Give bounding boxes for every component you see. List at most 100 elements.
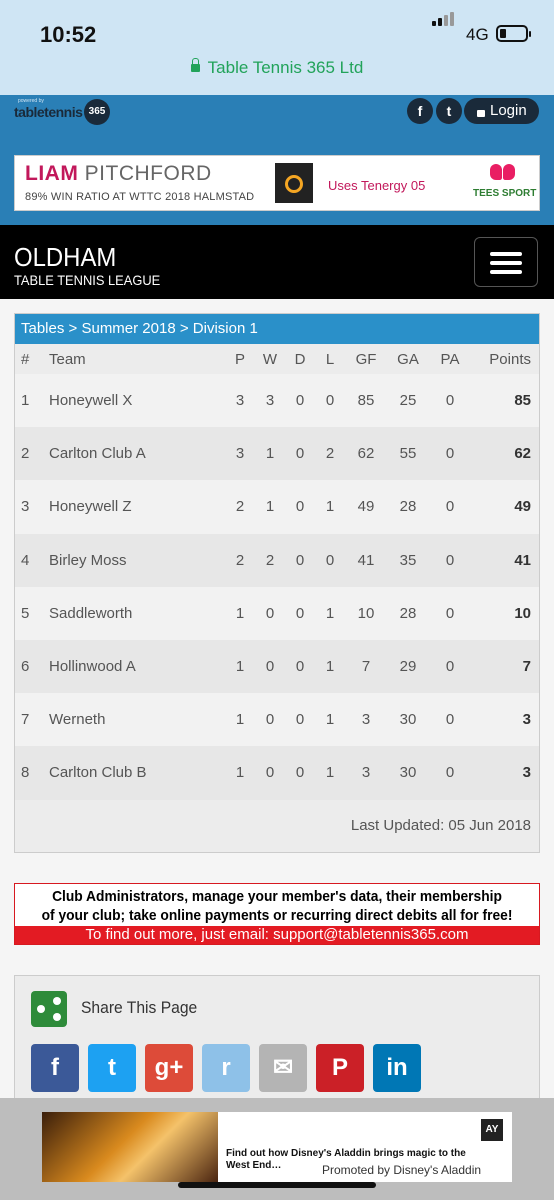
cell-points: 41 [514,551,531,569]
cell-games-for: 49 [357,498,375,516]
breadcrumb-tables[interactable]: Tables [21,320,64,337]
cell-team[interactable]: Birley Moss [49,534,225,587]
banner-product: Uses Tenergy 05 [328,178,426,193]
cell-points-adjust: 0 [445,445,455,463]
url-bar[interactable]: Table Tennis 365 Ltd [0,58,554,78]
cell-lost: 2 [325,445,335,463]
rubber-product-image [275,163,313,203]
cell-team[interactable]: Hollinwood A [49,640,225,693]
cell-points: 3 [522,764,531,782]
pinterest-share-icon[interactable]: P [316,1044,364,1092]
adchoices-icon[interactable]: AY [481,1119,503,1141]
col-team: Team [49,350,86,368]
cell-team[interactable]: Carlton Club A [49,427,225,480]
league-title: OLDHAM [14,242,117,272]
cell-games-against: 55 [399,445,417,463]
standings-table: # Team P W D L GF GA PA Points 1 Honeywel… [15,344,539,800]
cell-drawn: 0 [295,764,305,782]
login-button[interactable]: Login [464,98,539,124]
cell-games-against: 25 [399,392,417,410]
cell-won: 2 [265,551,275,569]
cell-games-against: 29 [399,658,417,676]
advert-promoter: Promoted by Disney's Aladdin [322,1163,482,1177]
cell-position: 6 [21,658,30,676]
facebook-icon[interactable]: f [407,98,433,124]
cell-games-for: 62 [357,445,375,463]
hamburger-menu-icon[interactable] [474,237,538,287]
cell-points-adjust: 0 [445,711,455,729]
table-row[interactable]: 1 Honeywell X 3 3 0 0 85 25 0 85 [15,374,539,428]
table-row[interactable]: 7 Werneth 1 0 0 1 3 30 0 3 [15,693,539,747]
network-type: 4G [466,25,489,44]
share-icon [31,991,67,1027]
google-plus-share-icon[interactable]: g+ [145,1044,193,1092]
cell-team[interactable]: Saddleworth [49,587,225,640]
reddit-share-icon[interactable]: r [202,1044,250,1092]
cell-points: 7 [522,658,531,676]
cell-drawn: 0 [295,658,305,676]
breadcrumb-season[interactable]: Summer 2018 [81,320,175,337]
cell-lost: 1 [325,764,335,782]
cell-points-adjust: 0 [445,658,455,676]
facebook-share-icon[interactable]: f [31,1044,79,1092]
cell-points: 85 [514,392,531,410]
cell-games-for: 3 [361,711,371,729]
table-row[interactable]: 4 Birley Moss 2 2 0 0 41 35 0 41 [15,533,539,587]
cell-lost: 0 [325,551,335,569]
cell-points-adjust: 0 [445,498,455,516]
cell-games-for: 41 [357,551,375,569]
col-won: W [262,350,278,368]
cell-won: 3 [265,392,275,410]
cell-lost: 1 [325,604,335,622]
club-admin-advert[interactable]: Club Administrators, manage your member'… [14,883,540,945]
cell-games-for: 10 [357,604,375,622]
table-row[interactable]: 8 Carlton Club B 1 0 0 1 3 30 0 3 [15,746,539,800]
email-share-icon[interactable]: ✉ [259,1044,307,1092]
login-label: Login [490,102,527,119]
cell-drawn: 0 [295,551,305,569]
twitter-share-icon[interactable]: t [88,1044,136,1092]
cell-lost: 0 [325,392,335,410]
cell-points: 10 [514,604,531,622]
breadcrumb-division: Division 1 [192,320,258,337]
cell-lost: 1 [325,711,335,729]
cell-played: 1 [235,764,245,782]
twitter-icon[interactable]: t [436,98,462,124]
col-position: # [21,350,30,368]
cell-games-for: 7 [361,658,371,676]
cell-drawn: 0 [295,392,305,410]
table-row[interactable]: 2 Carlton Club A 3 1 0 2 62 55 0 62 [15,427,539,481]
cell-lost: 1 [325,658,335,676]
cell-position: 5 [21,604,30,622]
col-games-for: GF [355,350,377,368]
linkedin-share-icon[interactable]: in [373,1044,421,1092]
cell-played: 2 [235,498,245,516]
lock-icon [190,58,200,72]
table-row[interactable]: 6 Hollinwood A 1 0 0 1 7 29 0 7 [15,639,539,694]
cell-team[interactable]: Carlton Club B [49,746,225,799]
cell-won: 0 [265,658,275,676]
table-header-row: # Team P W D L GF GA PA Points [15,344,539,374]
cell-played: 1 [235,658,245,676]
cell-position: 4 [21,551,30,569]
col-lost: L [325,350,335,368]
col-points-adjust: PA [440,350,460,368]
cell-played: 2 [235,551,245,569]
cell-lost: 1 [325,498,335,516]
cell-team[interactable]: Honeywell X [49,374,225,427]
table-row[interactable]: 5 Saddleworth 1 0 0 1 10 28 0 10 [15,586,539,640]
cell-team[interactable]: Werneth [49,693,225,746]
advert-line-2: of your club; take online payments or re… [41,907,513,924]
cell-points-adjust: 0 [445,551,455,569]
cell-team[interactable]: Honeywell Z [49,480,225,533]
cell-games-against: 28 [399,604,417,622]
cell-drawn: 0 [295,498,305,516]
sponsor-banner[interactable]: LIAM PITCHFORD 89% WIN RATIO AT WTTC 201… [14,155,540,211]
table-row[interactable]: 3 Honeywell Z 2 1 0 1 49 28 0 49 [15,480,539,534]
cell-won: 0 [265,711,275,729]
status-time: 10:52 [40,22,97,47]
breadcrumb-separator: > [179,320,189,337]
home-indicator[interactable] [178,1182,376,1188]
breadcrumb-separator: > [68,320,78,337]
league-subtitle: TABLE TENNIS LEAGUE [14,272,161,288]
